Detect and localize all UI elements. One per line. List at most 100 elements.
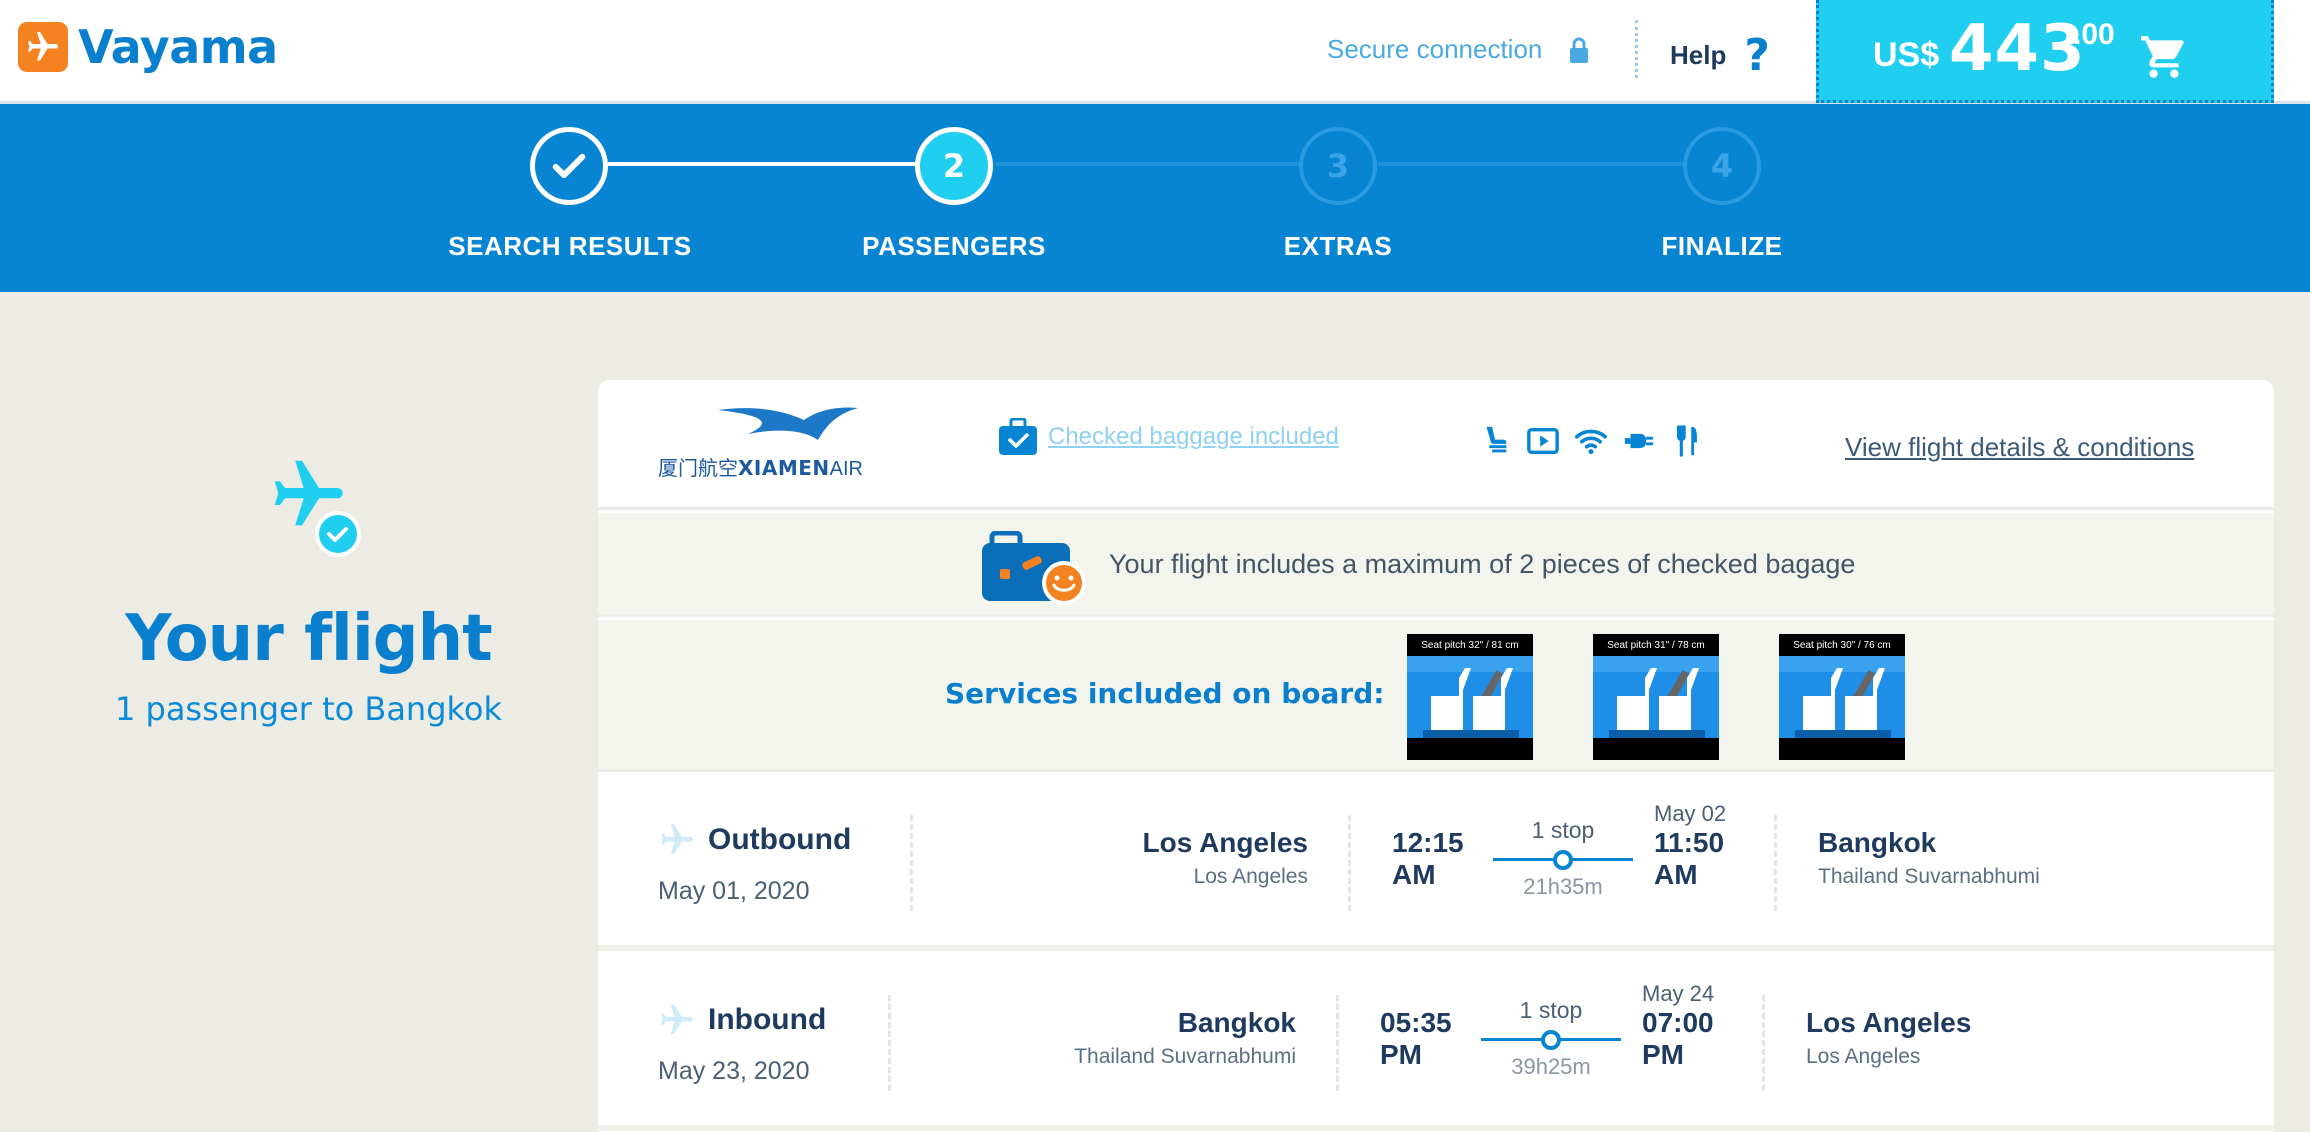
cart-cents: .00 (2073, 18, 2115, 51)
header-divider (1635, 20, 1638, 78)
column-divider (888, 995, 891, 1091)
lock-icon (1570, 37, 1589, 63)
seat-icon (1478, 424, 1512, 458)
departure-time-clock: 05:35 (1380, 1007, 1452, 1038)
airline-name: 厦门航空XIAMENAIR (658, 452, 863, 481)
summary-subtitle: 1 passenger to Bangkok (114, 690, 503, 728)
arrival-time-clock: 07:00 (1642, 1007, 1714, 1038)
flight-card: 厦门航空XIAMENAIR Checked baggage included V… (598, 380, 2274, 1132)
top-header: Vayama Secure connection Help ? US$ 443 … (0, 0, 2310, 104)
departure-city: Los Angeles Los Angeles (1143, 827, 1308, 889)
seat-pitch-card: Seat pitch 32" / 81 cm (1407, 634, 1533, 760)
xiamen-air-egret-logo (718, 407, 858, 440)
arrival-time: 07:00 PM (1642, 1007, 1714, 1071)
seat-pitch-caption: Seat pitch 31" / 78 cm (1607, 640, 1705, 651)
arrival-city-name: Bangkok (1818, 827, 1937, 858)
arrival-city: Bangkok Thailand Suvarnabhumi (1818, 827, 2040, 889)
seat-pitch-card: Seat pitch 30" / 76 cm (1779, 634, 1905, 760)
arrival-date: May 24 (1642, 981, 1715, 1006)
flight-confirmed-icon (266, 450, 366, 565)
inbound-flight-row[interactable]: Inbound May 23, 2020 Bangkok Thailand Su… (598, 955, 2274, 1131)
flight-duration: 21h35m (1523, 874, 1603, 899)
checkmark-icon (552, 153, 586, 179)
seat-pitch-card: Seat pitch 31" / 78 cm (1593, 634, 1719, 760)
departure-city-name: Bangkok (1177, 1007, 1296, 1038)
departure-city: Bangkok Thailand Suvarnabhumi (1074, 1007, 1296, 1069)
booking-progress-steps: SEARCH RESULTS 2 PASSENGERS 3 EXTRAS 4 F… (0, 104, 2310, 292)
departure-city-name: Los Angeles (1142, 827, 1308, 858)
stop-marker (1553, 850, 1573, 870)
seat-illustration-icon (1407, 656, 1533, 738)
airline-name-chinese: 厦门航空 (658, 458, 738, 480)
amenities-list (1478, 424, 1704, 458)
arrival-time-clock: 11:50 (1654, 827, 1725, 858)
cart-total-button[interactable]: US$ 443 .00 (1816, 0, 2274, 103)
step-3-circle: 3 (1299, 127, 1377, 205)
departure-time: 12:15 AM (1392, 827, 1464, 891)
stops-count: 1 stop (1531, 817, 1595, 843)
flight-duration: 39h25m (1511, 1054, 1591, 1079)
departure-time-clock: 12:15 (1392, 827, 1464, 858)
airplane-icon (661, 824, 693, 855)
help-button[interactable]: Help ? (1670, 30, 1770, 81)
step-connector-todo (995, 162, 1300, 166)
stops-info: 1 stop 21h35m (1493, 817, 1633, 900)
arrival-city-name: Los Angeles (1806, 1007, 1972, 1038)
column-divider (910, 815, 913, 911)
brand-name: Vayama (78, 20, 278, 74)
departure-time-ampm: PM (1380, 1039, 1422, 1070)
departure-airport: Los Angeles (1193, 865, 1308, 888)
outbound-flight-row[interactable]: Outbound May 01, 2020 Los Angeles Los An… (598, 775, 2274, 951)
stops-info: 1 stop 39h25m (1481, 997, 1621, 1080)
airline-row: 厦门航空XIAMENAIR Checked baggage included V… (598, 380, 2274, 510)
wifi-icon (1574, 424, 1608, 458)
secure-connection-label: Secure connection (1327, 34, 1543, 64)
column-divider (1774, 815, 1777, 911)
help-label: Help (1670, 40, 1727, 70)
seat-illustration-icon (1779, 656, 1905, 738)
arrival-airport: Thailand Suvarnabhumi (1818, 865, 2040, 888)
departure-time: 05:35 PM (1380, 1007, 1452, 1071)
checked-baggage-link[interactable]: Checked baggage included (998, 418, 1339, 456)
airplane-icon (661, 1004, 693, 1035)
arrival-time: 11:50 AM (1654, 827, 1724, 891)
direction-label: Outbound (708, 823, 852, 856)
power-plug-icon (1622, 424, 1656, 458)
secure-connection: Secure connection (1327, 34, 1590, 65)
airline-name-suffix: AIR (829, 458, 863, 480)
column-divider (1336, 995, 1339, 1091)
baggage-info-row: Your flight includes a maximum of 2 piec… (598, 513, 2274, 617)
suitcase-check-icon (999, 418, 1037, 455)
step-1-circle[interactable] (530, 127, 608, 205)
arrival-airport: Los Angeles (1806, 1045, 1921, 1068)
question-mark-icon: ? (1744, 30, 1770, 81)
video-icon (1526, 424, 1560, 458)
flight-date: May 23, 2020 (658, 1057, 810, 1085)
seat-pitch-caption: Seat pitch 32" / 81 cm (1421, 640, 1519, 651)
stops-count: 1 stop (1519, 997, 1583, 1023)
departure-time-ampm: AM (1392, 859, 1436, 890)
flight-date: May 01, 2020 (658, 877, 810, 905)
cart-currency: US$ (1873, 36, 1940, 74)
column-divider (1348, 815, 1351, 911)
step-4-label: FINALIZE (1661, 231, 1783, 261)
checked-baggage-link-text[interactable]: Checked baggage included (1048, 423, 1339, 451)
meal-icon (1670, 424, 1704, 458)
column-divider (1762, 995, 1765, 1091)
step-4-circle: 4 (1683, 127, 1761, 205)
seat-pitch-caption: Seat pitch 30" / 76 cm (1793, 640, 1891, 651)
airplane-logo-icon (18, 22, 68, 72)
direction-label: Inbound (708, 1003, 827, 1036)
cart-amount: 443 (1949, 12, 2086, 86)
arrival-city: Los Angeles Los Angeles (1806, 1007, 1971, 1069)
seat-illustration-icon (1593, 656, 1719, 738)
arrival-time-ampm: AM (1654, 859, 1698, 890)
route-line (1481, 1028, 1621, 1050)
vayama-logo[interactable]: Vayama (18, 20, 278, 74)
step-1-label[interactable]: SEARCH RESULTS (420, 231, 720, 262)
services-label: Services included on board: (945, 677, 1385, 710)
shopping-cart-icon (2141, 36, 2184, 78)
step-connector-done (608, 162, 918, 166)
view-flight-details-link[interactable]: View flight details & conditions (1845, 432, 2194, 463)
summary-title: Your flight (125, 602, 493, 676)
